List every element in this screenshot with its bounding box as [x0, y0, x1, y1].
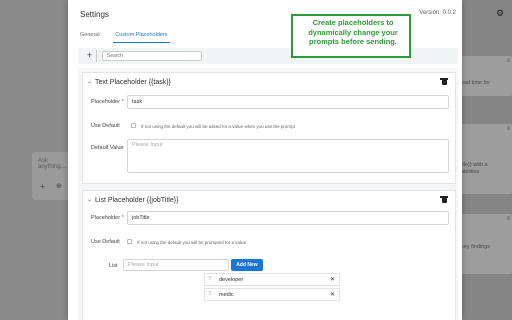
- placeholder-name-field[interactable]: task: [127, 95, 449, 109]
- use-default-label: Use Default: [91, 123, 120, 129]
- gear-icon[interactable]: ⚙: [496, 8, 504, 19]
- chevron-down-icon[interactable]: ⌄: [87, 78, 92, 85]
- placeholder-list[interactable]: ⌄ Text Placeholder {{task}} Placeholder …: [78, 68, 458, 320]
- placeholder-name-field[interactable]: jobTitle: [127, 211, 449, 225]
- add-placeholder-button[interactable]: +: [83, 50, 97, 62]
- list-item-value: medic: [219, 292, 234, 298]
- callout-text: Create placeholders to dynamically chang…: [308, 18, 398, 46]
- list-item-input[interactable]: Please Input: [123, 259, 229, 271]
- tab-custom-placeholders[interactable]: Custom Placeholders: [113, 30, 170, 43]
- version-label: Version: 0.0.2: [419, 10, 456, 16]
- background-card: ead time for ≡: [458, 56, 512, 96]
- list-item-value: developer: [219, 277, 244, 283]
- panel-header: Text Placeholder {{task}}: [95, 79, 171, 86]
- settings-tabs: General Custom Placeholders: [78, 30, 180, 44]
- background-globe-icon: ⊕: [56, 183, 62, 190]
- required-marker: *: [121, 215, 124, 221]
- drag-handle-icon[interactable]: ⠿: [208, 291, 212, 297]
- background-card: itle}} with a abilities ≡: [458, 124, 512, 194]
- list-label: List: [109, 263, 118, 269]
- background-card-text: key findings: [461, 244, 491, 250]
- tab-general[interactable]: General: [78, 30, 102, 42]
- delete-icon[interactable]: [440, 196, 448, 203]
- placeholder-label: Placeholder *: [91, 99, 124, 105]
- background-menu-icon: ≡: [506, 126, 510, 132]
- use-default-checkbox[interactable]: [131, 123, 136, 128]
- chevron-down-icon[interactable]: ⌄: [87, 196, 92, 203]
- dialog-title: Settings: [80, 10, 109, 19]
- annotation-callout: Create placeholders to dynamically chang…: [291, 14, 411, 58]
- background-chat-input: Ask anything... + ⊕: [32, 152, 70, 200]
- background-card-text: itle}} with a abilities: [461, 162, 488, 175]
- default-value-label: Default Value: [91, 145, 124, 151]
- list-item[interactable]: ⠿ medic ✕: [204, 288, 340, 301]
- use-default-checkbox[interactable]: [127, 239, 132, 244]
- background-menu-icon: ≡: [506, 216, 510, 222]
- list-item[interactable]: ⠿ developer ✕: [204, 273, 340, 286]
- default-value-textarea[interactable]: Please Input: [127, 139, 449, 173]
- delete-icon[interactable]: [440, 78, 448, 85]
- search-input[interactable]: [102, 51, 202, 61]
- use-default-label: Use Default: [91, 239, 120, 245]
- background-card: key findings ≡: [458, 214, 512, 274]
- use-default-hint: If not using the default you will be ask…: [141, 123, 295, 129]
- add-new-button[interactable]: Add New: [231, 259, 263, 271]
- close-icon[interactable]: ✕: [330, 291, 335, 298]
- drag-handle-icon[interactable]: ⠿: [208, 276, 212, 282]
- background-plus-icon: +: [40, 182, 45, 191]
- background-card-text: ead time for: [461, 80, 491, 86]
- panel-header: List Placeholder {{jobTitle}}: [95, 197, 179, 204]
- background-menu-icon: ≡: [506, 58, 510, 64]
- close-icon[interactable]: ✕: [330, 276, 335, 283]
- placeholder-label: Placeholder *: [91, 215, 124, 221]
- background-input-placeholder: Ask anything...: [38, 158, 66, 170]
- text-placeholder-panel: ⌄ Text Placeholder {{task}} Placeholder …: [82, 72, 456, 184]
- required-marker: *: [121, 99, 124, 105]
- use-default-hint: If not using the default you will be pro…: [137, 239, 247, 245]
